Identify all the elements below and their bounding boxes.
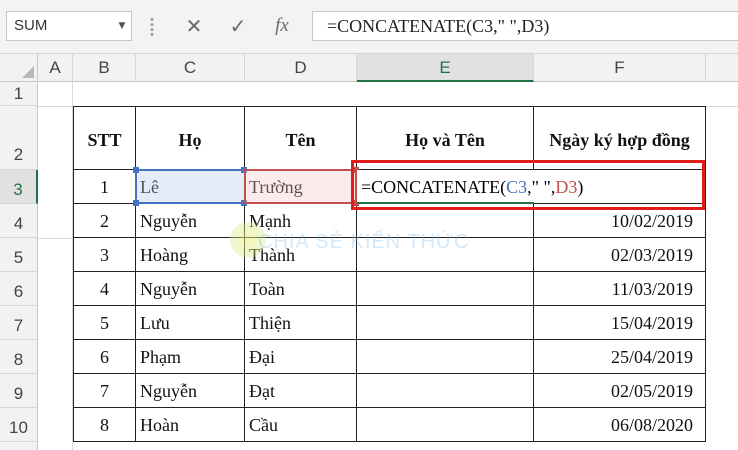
row-header-11[interactable] bbox=[0, 442, 38, 450]
row-header-3[interactable]: 3 bbox=[0, 170, 38, 204]
table-cell-ten[interactable]: Toàn bbox=[245, 272, 357, 306]
ref-c3-handle[interactable] bbox=[133, 167, 139, 173]
table-cell-ho[interactable]: Hoàng bbox=[136, 238, 245, 272]
row-header-9[interactable]: 9 bbox=[0, 374, 38, 408]
select-all-icon bbox=[22, 66, 34, 78]
row-header-10[interactable]: 10 bbox=[0, 408, 38, 442]
table-cell-ngay[interactable]: 02/03/2019 bbox=[534, 238, 706, 272]
table-cell-ho-va-ten[interactable] bbox=[357, 374, 534, 408]
row-header-4[interactable]: 4 bbox=[0, 204, 38, 238]
table-cell-ngay[interactable]: 06/08/2020 bbox=[534, 408, 706, 442]
column-header-a[interactable]: A bbox=[38, 54, 73, 82]
column-g-cells bbox=[706, 82, 738, 450]
column-header-c[interactable]: C bbox=[136, 54, 245, 82]
reference-highlight-d3 bbox=[244, 169, 357, 204]
table-cell-stt[interactable]: 5 bbox=[73, 306, 136, 340]
table-cell-stt[interactable]: 8 bbox=[73, 408, 136, 442]
column-a-gridline bbox=[38, 82, 73, 450]
row-header-8[interactable]: 8 bbox=[0, 340, 38, 374]
watermark-text: CHIA SẺ KIẾN THỨC bbox=[258, 231, 470, 253]
row-header-1[interactable]: 1 bbox=[0, 82, 38, 106]
column-header-e[interactable]: E bbox=[357, 54, 534, 82]
table-cell-ho-va-ten[interactable] bbox=[357, 272, 534, 306]
table-cell-ho-va-ten[interactable] bbox=[357, 306, 534, 340]
table-cell-ho[interactable]: Nguyễn bbox=[136, 204, 245, 238]
table-cell-ngay[interactable]: 25/04/2019 bbox=[534, 340, 706, 374]
table-cell-ten[interactable]: Thiện bbox=[245, 306, 357, 340]
ref-c3-handle[interactable] bbox=[133, 200, 139, 206]
name-box-dropdown-icon[interactable]: ▼ bbox=[112, 11, 132, 41]
table-cell-ten[interactable]: Cầu bbox=[245, 408, 357, 442]
table-cell-ten[interactable]: Đạt bbox=[245, 374, 357, 408]
column-header-f[interactable]: F bbox=[534, 54, 706, 82]
table-cell-ho-va-ten[interactable] bbox=[357, 408, 534, 442]
table-cell-ho[interactable]: Hoàn bbox=[136, 408, 245, 442]
table-cell-ho-va-ten[interactable] bbox=[357, 340, 534, 374]
table-cell-ngay[interactable]: 02/05/2019 bbox=[534, 374, 706, 408]
table-cell-ho[interactable]: Phạm bbox=[136, 340, 245, 374]
table-cell-ngay[interactable]: 15/04/2019 bbox=[534, 306, 706, 340]
reference-highlight-c3 bbox=[135, 169, 246, 204]
table-cell-ho[interactable]: Nguyễn bbox=[136, 374, 245, 408]
row-header-7[interactable]: 7 bbox=[0, 306, 38, 340]
column-header-d[interactable]: D bbox=[245, 54, 357, 82]
table-cell-stt[interactable]: 4 bbox=[73, 272, 136, 306]
highlight-box bbox=[351, 160, 705, 210]
table-cell-stt[interactable]: 7 bbox=[73, 374, 136, 408]
table-cell-stt[interactable]: 3 bbox=[73, 238, 136, 272]
formula-bar-grip[interactable] bbox=[150, 17, 154, 37]
column-header-g[interactable] bbox=[706, 54, 738, 82]
row-header-5[interactable]: 5 bbox=[0, 238, 38, 272]
table-cell-ho[interactable]: Nguyễn bbox=[136, 272, 245, 306]
cancel-icon[interactable]: ✕ bbox=[180, 13, 208, 41]
column-header-b[interactable]: B bbox=[73, 54, 136, 82]
row-header-6[interactable]: 6 bbox=[0, 272, 38, 306]
formula-input[interactable]: =CONCATENATE(C3," ",D3) bbox=[312, 11, 738, 41]
table-cell-stt[interactable]: 6 bbox=[73, 340, 136, 374]
header-cell-stt[interactable]: STT bbox=[73, 106, 136, 170]
header-cell-ho[interactable]: Họ bbox=[136, 106, 245, 170]
table-cell-stt[interactable]: 2 bbox=[73, 204, 136, 238]
enter-icon[interactable]: ✓ bbox=[224, 13, 252, 41]
row-a-gridline bbox=[38, 238, 73, 239]
header-cell-ten[interactable]: Tên bbox=[245, 106, 357, 170]
table-cell-ho[interactable]: Lưu bbox=[136, 306, 245, 340]
fx-icon[interactable]: fx bbox=[268, 13, 296, 41]
table-cell-ten[interactable]: Đại bbox=[245, 340, 357, 374]
table-cell-stt[interactable]: 1 bbox=[73, 170, 136, 204]
row-header-2[interactable]: 2 bbox=[0, 106, 38, 170]
table-cell-ngay[interactable]: 11/03/2019 bbox=[534, 272, 706, 306]
